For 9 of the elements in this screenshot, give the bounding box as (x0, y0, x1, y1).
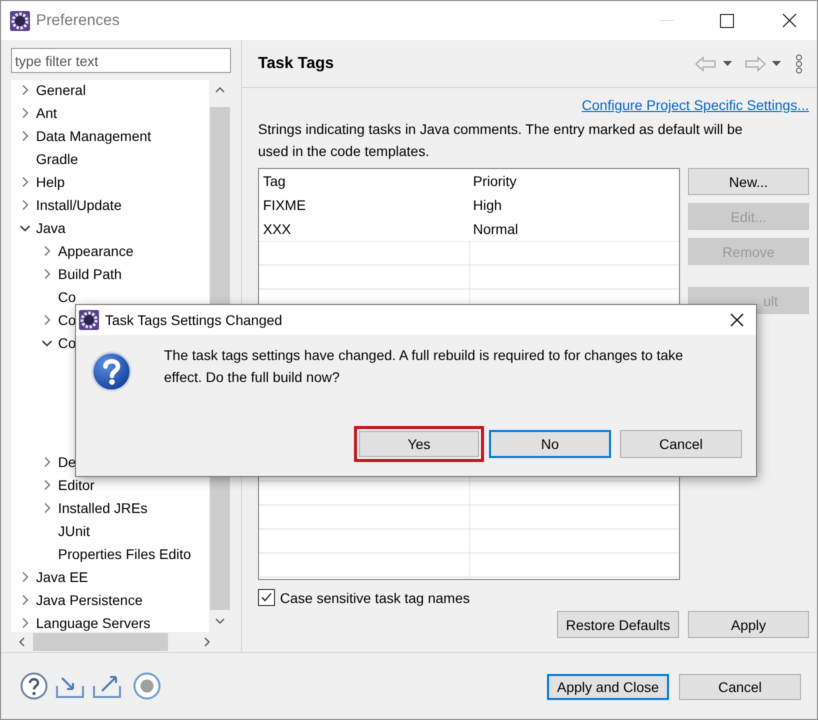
description-text: Strings indicating tasks in Java comments. The entry marked as default will be used in the code templates. (258, 120, 744, 161)
table-cell-text: Normal (472, 221, 520, 237)
table-cell-text: High (472, 197, 503, 213)
window-title: Preferences (36, 12, 121, 30)
table-cell-text: FIXME (262, 197, 307, 213)
dialog-message: The task tags settings have changed. A full rebuild is required to for changes to take effect. Do the full build now? (164, 346, 684, 387)
table-cell-text: XXX (262, 221, 292, 237)
page-title: Task Tags (258, 54, 335, 72)
dialog-title: Task Tags Settings Changed (105, 312, 284, 328)
